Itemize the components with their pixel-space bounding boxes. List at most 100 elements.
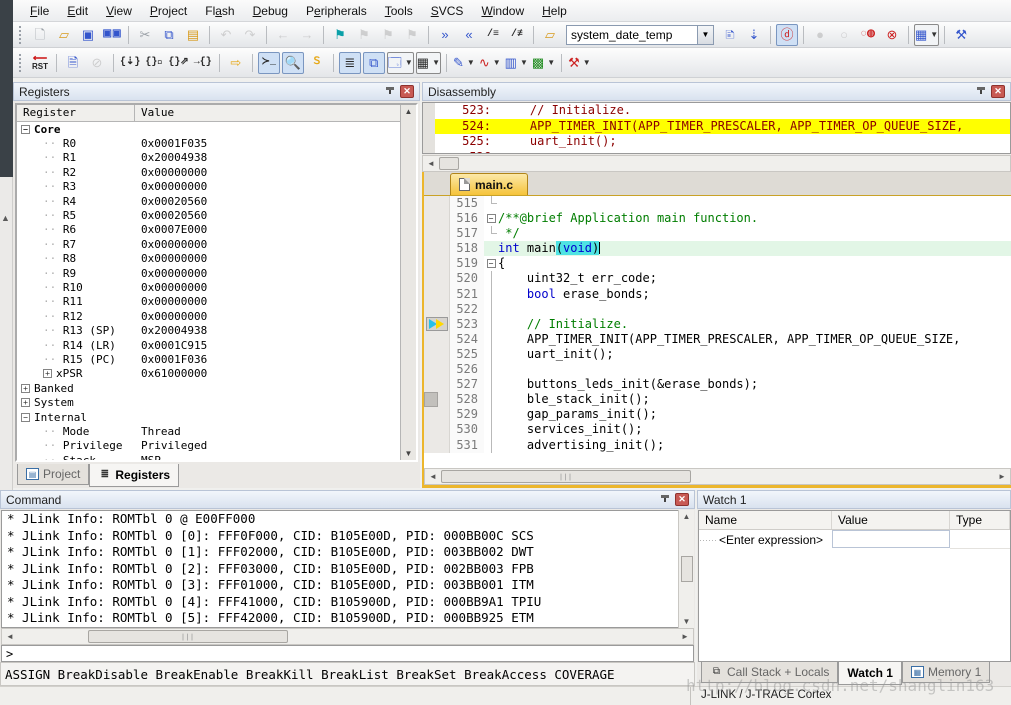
- editor-hscrollbar[interactable]: ◄∣∣∣ ►: [424, 468, 1011, 485]
- register-row[interactable]: −Internal: [17, 410, 416, 424]
- register-row[interactable]: ·· R20x00000000: [17, 165, 416, 179]
- register-row[interactable]: ·· StackMSP: [17, 453, 416, 462]
- register-row[interactable]: ·· R50x00020560: [17, 208, 416, 222]
- fold-margin[interactable]: [484, 377, 498, 392]
- command-prompt-input[interactable]: >: [1, 645, 694, 662]
- expand-icon[interactable]: +: [21, 398, 30, 407]
- editor-line[interactable]: 516−/**@brief Application main function.: [424, 211, 1011, 226]
- search-combobox[interactable]: system_date_temp▼: [566, 25, 714, 45]
- menu-peripherals[interactable]: Peripherals: [297, 2, 376, 20]
- registers-vscrollbar[interactable]: ▲▼: [400, 105, 416, 460]
- disassembly-line[interactable]: 524: APP_TIMER_INIT(APP_TIMER_PRESCALER,…: [423, 119, 1010, 135]
- fold-margin[interactable]: [484, 332, 498, 347]
- menu-debug[interactable]: Debug: [244, 2, 297, 20]
- editor-gutter[interactable]: [424, 392, 450, 407]
- editor-line[interactable]: 525 uart_init();: [424, 347, 1011, 362]
- show-next-statement-icon[interactable]: ⇨: [225, 52, 247, 74]
- register-row[interactable]: ·· R90x00000000: [17, 266, 416, 280]
- fold-margin[interactable]: [484, 226, 498, 241]
- paste-icon[interactable]: ▤: [182, 24, 204, 46]
- editor-line[interactable]: 528 ble_stack_init();: [424, 392, 1011, 407]
- fold-margin[interactable]: [484, 407, 498, 422]
- dropdown-arrow-icon[interactable]: ▼: [493, 58, 501, 67]
- indent-icon[interactable]: »: [434, 24, 456, 46]
- pin-icon[interactable]: [659, 494, 671, 506]
- editor-line[interactable]: 530 services_init();: [424, 422, 1011, 437]
- run-icon[interactable]: 🗎: [62, 52, 84, 74]
- register-row[interactable]: −Core: [17, 122, 416, 136]
- menu-svcs[interactable]: SVCS: [422, 2, 473, 20]
- editor-gutter[interactable]: [424, 211, 450, 226]
- command-hscrollbar[interactable]: ◄ ∣∣∣ ►: [1, 628, 694, 645]
- copy-icon[interactable]: ⧉: [158, 24, 180, 46]
- close-icon[interactable]: ✕: [675, 493, 689, 506]
- register-row[interactable]: ·· R30x00000000: [17, 180, 416, 194]
- editor-line[interactable]: 520 uint32_t err_code;: [424, 271, 1011, 286]
- editor-gutter[interactable]: [424, 362, 450, 377]
- bookmark-icon[interactable]: ⚑: [329, 24, 351, 46]
- editor-gutter[interactable]: [424, 226, 450, 241]
- step-out-icon[interactable]: {}⇗: [167, 52, 189, 74]
- disassembly-line[interactable]: 525: uart_init();: [423, 134, 1010, 150]
- tab-memory-1[interactable]: ▦Memory 1: [902, 662, 990, 683]
- fold-margin[interactable]: [484, 287, 498, 302]
- close-icon[interactable]: ✕: [991, 85, 1005, 98]
- dropdown-arrow-icon[interactable]: ▼: [467, 58, 475, 67]
- registers-window-icon[interactable]: ≣: [339, 52, 361, 74]
- editor-line[interactable]: 523 // Initialize.: [424, 317, 1011, 332]
- save-icon[interactable]: ▣: [77, 24, 99, 46]
- editor-line[interactable]: 527 buttons_leds_init(&erase_bonds);: [424, 377, 1011, 392]
- command-vscrollbar[interactable]: ▲▼: [678, 510, 694, 628]
- editor-line[interactable]: 518int main(void): [424, 241, 1011, 256]
- fold-margin[interactable]: −: [484, 211, 498, 226]
- step-over-icon[interactable]: {}⃗: [143, 52, 165, 74]
- editor-code-area[interactable]: 515516−/**@brief Application main functi…: [424, 196, 1011, 468]
- register-row[interactable]: ·· R00x0001F035: [17, 136, 416, 150]
- symbols-window-icon[interactable]: Ｓ: [306, 52, 328, 74]
- menu-file[interactable]: File: [21, 2, 58, 20]
- watch-value-cell[interactable]: [832, 530, 950, 548]
- disassembly-window-icon[interactable]: 🔍: [282, 52, 304, 74]
- start-stop-debug-icon[interactable]: ⓓ: [776, 24, 798, 46]
- close-icon[interactable]: ✕: [400, 85, 414, 98]
- editor-line[interactable]: 531 advertising_init();: [424, 438, 1011, 453]
- register-row[interactable]: ·· R40x00020560: [17, 194, 416, 208]
- register-row[interactable]: ·· R14 (LR)0x0001C915: [17, 338, 416, 352]
- step-into-icon[interactable]: {⇣}: [119, 52, 141, 74]
- search-input[interactable]: system_date_temp: [566, 25, 698, 45]
- editor-line[interactable]: 522: [424, 302, 1011, 317]
- save-all-icon[interactable]: ▣▣: [101, 24, 123, 46]
- comment-icon[interactable]: /≡: [482, 24, 504, 46]
- callstack-window-icon[interactable]: ⧉: [363, 52, 385, 74]
- register-row[interactable]: ·· R120x00000000: [17, 309, 416, 323]
- register-row[interactable]: +System: [17, 395, 416, 409]
- logic-analyzer-icon[interactable]: ∿▼: [478, 52, 502, 74]
- uncomment-icon[interactable]: /≢: [506, 24, 528, 46]
- editor-line[interactable]: 515: [424, 196, 1011, 211]
- fold-margin[interactable]: [484, 392, 498, 407]
- register-row[interactable]: ·· PrivilegePrivileged: [17, 439, 416, 453]
- editor-line[interactable]: 521 bool erase_bonds;: [424, 287, 1011, 302]
- fold-collapse-icon[interactable]: −: [487, 214, 496, 223]
- watch-window-icon[interactable]: 🗔▼: [387, 52, 414, 74]
- dropdown-arrow-icon[interactable]: ▼: [520, 58, 528, 67]
- editor-line[interactable]: 519−{: [424, 256, 1011, 271]
- breakpoint-disable-all-icon[interactable]: ◌◍: [857, 24, 879, 46]
- editor-gutter[interactable]: [424, 407, 450, 422]
- dropdown-arrow-icon[interactable]: ▼: [405, 58, 413, 67]
- trace-window-icon[interactable]: ▥▼: [504, 52, 529, 74]
- disassembly-line[interactable]: 526: [423, 150, 1010, 155]
- editor-line[interactable]: 529 gap_params_init();: [424, 407, 1011, 422]
- fold-margin[interactable]: [484, 347, 498, 362]
- collapse-icon[interactable]: −: [21, 413, 30, 422]
- pin-icon[interactable]: [384, 86, 396, 98]
- expand-icon[interactable]: +: [21, 384, 30, 393]
- configure-wrench-icon[interactable]: ⚒: [950, 24, 972, 46]
- menu-tools[interactable]: Tools: [376, 2, 422, 20]
- dropdown-arrow-icon[interactable]: ▼: [930, 30, 938, 39]
- editor-gutter[interactable]: [424, 302, 450, 317]
- chevron-down-icon[interactable]: ▼: [698, 25, 714, 45]
- fold-margin[interactable]: [484, 302, 498, 317]
- incremental-find-icon[interactable]: ⇣: [743, 24, 765, 46]
- breakpoint-kill-all-icon[interactable]: ⊗: [881, 24, 903, 46]
